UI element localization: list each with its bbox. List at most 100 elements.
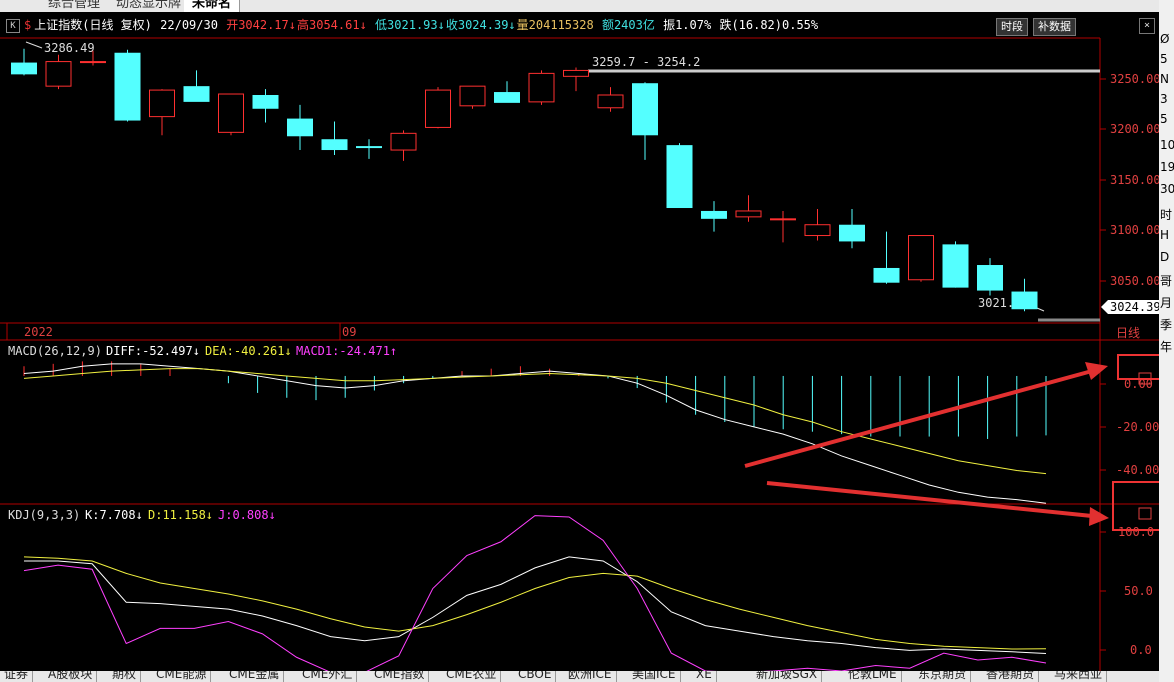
candle	[804, 209, 831, 241]
candle	[11, 48, 37, 76]
candle-body	[149, 89, 175, 118]
candle-body	[804, 224, 831, 237]
macd-dea-label: DEA:-40.261↓	[205, 344, 292, 358]
candle-body	[563, 69, 589, 77]
macd-diff-label: DIFF:-52.497↓	[106, 344, 200, 358]
candle-body	[11, 62, 37, 75]
candle-body	[114, 52, 141, 121]
candle-body	[597, 94, 624, 109]
right-strip-item[interactable]: 5	[1160, 52, 1168, 66]
candle	[45, 54, 72, 90]
bottom-tab[interactable]: 期权	[108, 671, 142, 682]
main-y-tick: 3100.00	[1110, 223, 1159, 237]
kdj-d-label: D:11.158↓	[148, 508, 213, 522]
bottom-tab[interactable]: A股板块	[44, 671, 98, 682]
right-strip-item[interactable]: 19	[1160, 160, 1174, 174]
candle	[356, 139, 382, 159]
bottom-tab[interactable]: CBOE	[514, 671, 557, 682]
main-y-tick: 3050.00	[1110, 274, 1159, 288]
macd-macd1-label: MACD1:-24.471↑	[296, 344, 397, 358]
period-label: 日线	[1116, 326, 1140, 340]
kdj-k-label: K:7.708↓	[85, 508, 143, 522]
chart-area[interactable]: 3250.00 3200.00 3150.00 3100.00 3050.00 …	[0, 0, 1159, 671]
candle	[666, 143, 693, 209]
candle	[287, 104, 313, 151]
candle	[425, 87, 451, 129]
right-strip-item[interactable]: N	[1160, 72, 1169, 86]
bottom-tab-bar: 证券 A股板块 期权 CME能源 CME金属 CME外汇 CME指数 CME农业…	[0, 671, 1159, 682]
bottom-tab[interactable]: 伦敦LME	[844, 671, 902, 682]
last-price-marker: 3024.39	[1101, 300, 1159, 314]
right-strip-item[interactable]: H	[1160, 228, 1169, 242]
candle	[942, 241, 969, 288]
right-strip-item[interactable]: 时	[1160, 206, 1172, 223]
candle-body	[1011, 291, 1038, 310]
candle-body	[908, 235, 934, 281]
bottom-tab[interactable]: 欧洲ICE	[564, 671, 617, 682]
right-strip-item[interactable]: Ø	[1160, 32, 1169, 46]
right-strip-item[interactable]: D	[1160, 250, 1169, 264]
bottom-tab[interactable]: CME金属	[225, 671, 285, 682]
main-y-tick: 3150.00	[1110, 173, 1159, 187]
candle-body	[735, 210, 762, 218]
candlestick-series	[11, 48, 1038, 312]
candle	[563, 67, 589, 92]
bottom-tab[interactable]: CME外汇	[298, 671, 358, 682]
bottom-tab[interactable]: CME指数	[370, 671, 430, 682]
right-strip-item[interactable]: 月	[1160, 294, 1172, 311]
candle-body	[218, 93, 244, 133]
right-strip-item[interactable]: 哥	[1160, 272, 1172, 289]
candle	[977, 258, 1003, 296]
bottom-tab[interactable]: CME能源	[152, 671, 212, 682]
candle-body	[45, 61, 72, 87]
right-strip-item[interactable]: 10	[1160, 138, 1174, 152]
candle	[252, 89, 279, 123]
right-strip-item[interactable]: 30	[1160, 182, 1174, 196]
main-y-axis: 3250.00 3200.00 3150.00 3100.00 3050.00	[1100, 72, 1159, 288]
candle	[494, 81, 520, 103]
candle	[528, 70, 555, 105]
candle-body	[942, 244, 969, 288]
candle-body	[770, 218, 796, 221]
bottom-tab[interactable]: CME农业	[442, 671, 502, 682]
candle-body	[321, 139, 348, 151]
kdj-j-line	[23, 515, 1047, 671]
bottom-tab[interactable]: XE	[692, 671, 717, 682]
candle-body	[459, 85, 486, 107]
candle-body	[183, 86, 210, 102]
candle-body	[666, 145, 693, 209]
candle	[1011, 278, 1038, 312]
candle	[183, 70, 210, 102]
main-y-tick: 3200.00	[1110, 122, 1159, 136]
macd-y-tick: -40.00	[1116, 463, 1159, 477]
right-strip-item[interactable]: 5	[1160, 112, 1168, 126]
candle	[390, 130, 417, 161]
right-strip-item[interactable]: 3	[1160, 92, 1168, 106]
candle	[632, 82, 658, 160]
candle-body	[701, 210, 727, 219]
candle-body	[977, 265, 1003, 291]
candle	[321, 121, 348, 155]
right-panel-strip: Ø 5 N 3 5 10 19 30 时 H D 哥 月 季 年	[1159, 0, 1174, 682]
kdj-y-tick: 50.0	[1124, 584, 1153, 598]
x-label: 09	[342, 325, 356, 339]
candle	[908, 235, 934, 282]
range-label: 3259.7 - 3254.2	[592, 55, 700, 69]
bottom-tab[interactable]: 东京期货	[914, 671, 972, 682]
candle	[149, 89, 175, 136]
bottom-tab[interactable]: 马来西亚	[1050, 671, 1108, 682]
bottom-tab[interactable]: 证券	[0, 671, 34, 682]
kdj-y-axis: 100.0 50.0 0.0	[1100, 525, 1154, 657]
bottom-tab[interactable]: 香港期货	[982, 671, 1040, 682]
macd-series	[23, 361, 1047, 504]
right-strip-item[interactable]: 季	[1160, 316, 1172, 333]
candle-body	[287, 118, 313, 137]
bottom-tab[interactable]: 美国ICE	[628, 671, 681, 682]
bottom-tab[interactable]: 新加坡SGX	[752, 671, 823, 682]
candle-body	[252, 95, 279, 109]
candle	[701, 201, 727, 232]
candle-body	[80, 61, 106, 64]
macd-y-axis: 0.00 -20.00 -40.00	[1100, 377, 1159, 477]
right-strip-item[interactable]: 年	[1160, 338, 1172, 355]
candle	[597, 87, 624, 112]
